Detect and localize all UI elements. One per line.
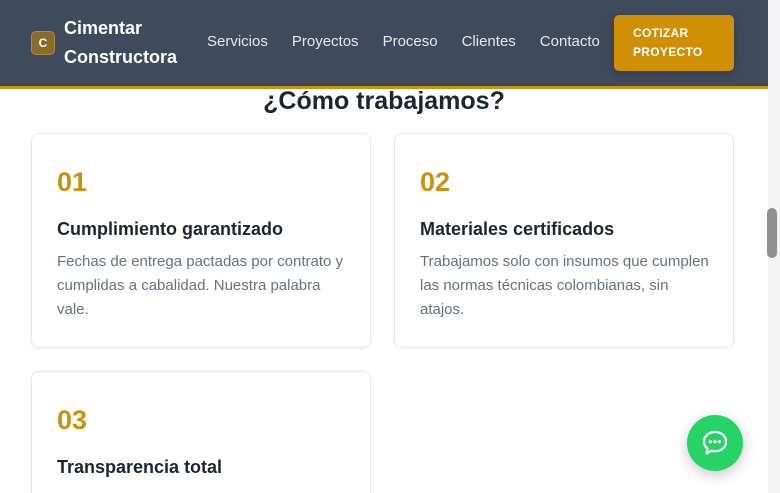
brand-name: Cimentar Constructora	[64, 14, 194, 72]
brand-logo[interactable]: C Cimentar Constructora	[31, 14, 194, 72]
nav-link-contacto[interactable]: Contacto	[540, 32, 600, 52]
step-description: Trabajamos solo con insumos que cumplen …	[420, 253, 709, 318]
brand-name-line1: Cimentar	[64, 18, 143, 38]
nav-link-proceso[interactable]: Proceso	[383, 32, 438, 52]
brand-name-line2: Constructora	[64, 47, 178, 67]
nav-link-proyectos[interactable]: Proyectos	[292, 32, 359, 52]
step-number: 01	[57, 167, 88, 197]
scrollbar-thumb[interactable]	[767, 208, 777, 258]
cta-line1: COTIZAR	[633, 26, 689, 40]
step-card-2: 02 Materiales certificados Trabajamos so…	[394, 133, 734, 348]
step-title: Cumplimiento garantizado	[57, 219, 284, 239]
step-title: Materiales certificados	[420, 219, 615, 239]
chat-bubble-icon	[702, 430, 728, 455]
step-card-1: 01 Cumplimiento garantizado Fechas de en…	[31, 133, 371, 348]
step-description: Fechas de entrega pactadas por contrato …	[57, 253, 344, 318]
nav-link-servicios[interactable]: Servicios	[207, 32, 268, 52]
chat-button[interactable]	[687, 415, 743, 471]
step-number: 02	[420, 167, 451, 197]
site-header: C Cimentar Constructora Servicios Proyec…	[0, 0, 768, 86]
nav-link-clientes[interactable]: Clientes	[462, 32, 516, 52]
step-card-3: 03 Transparencia total	[31, 371, 371, 493]
quote-project-button[interactable]: COTIZAR PROYECTO	[614, 15, 734, 71]
main-nav: Servicios Proyectos Proceso Clientes Con…	[207, 32, 600, 52]
step-number: 03	[57, 405, 88, 435]
cta-line2: PROYECTO	[633, 45, 703, 59]
step-title: Transparencia total	[57, 457, 223, 477]
section-title: ¿Cómo trabajamos?	[263, 87, 505, 115]
logo-icon: C	[31, 31, 55, 55]
